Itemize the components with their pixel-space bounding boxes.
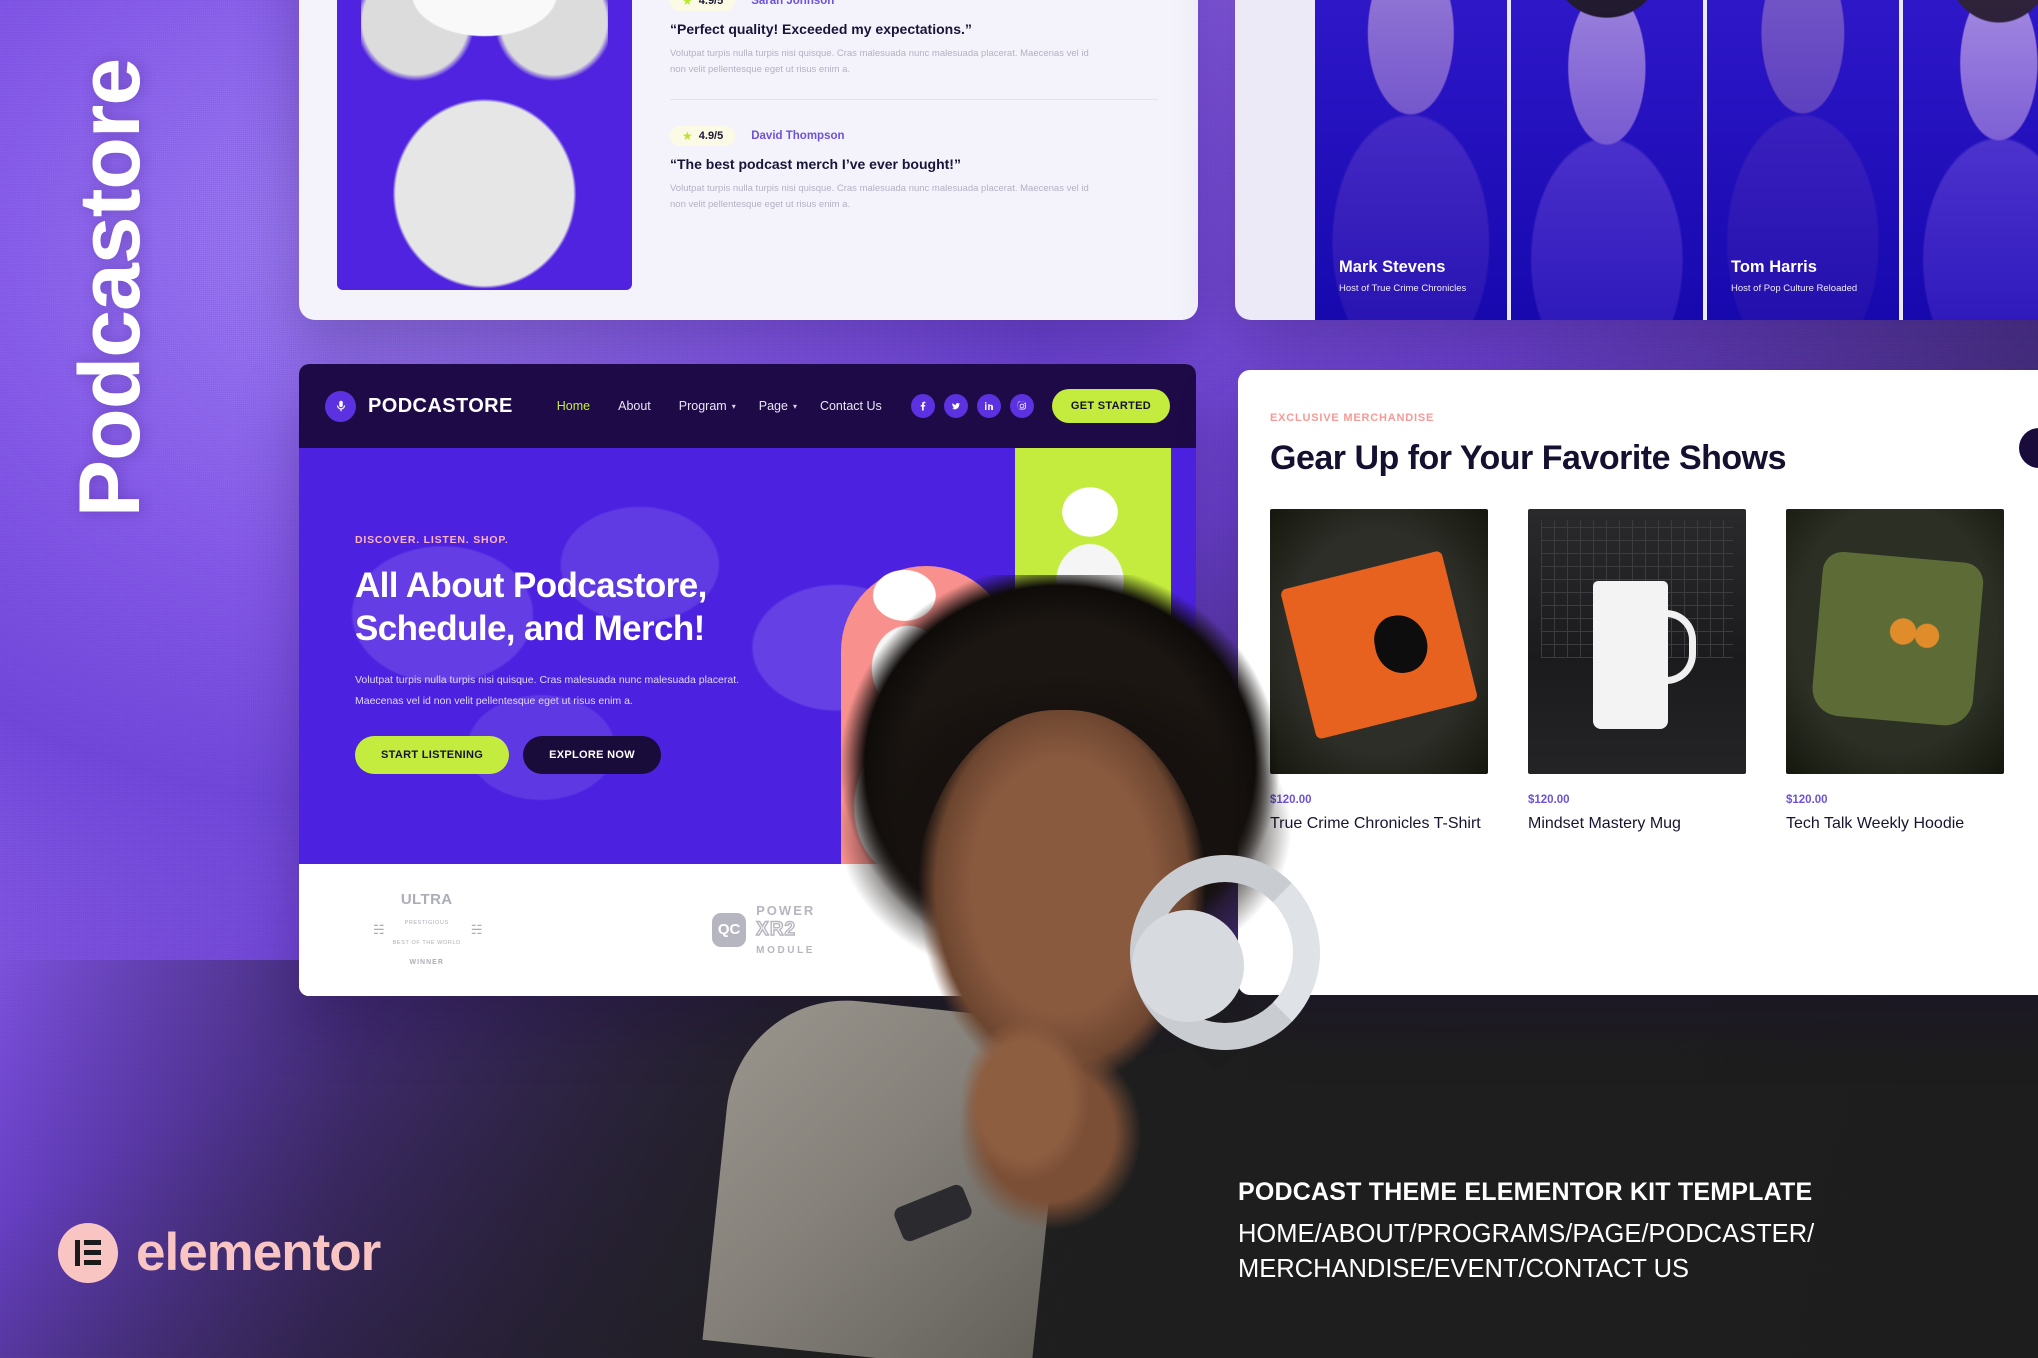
laurel-wreath-icon: ☵ bbox=[373, 922, 385, 937]
testimonial-item: ★ 4.9/5 David Thompson “The best podcast… bbox=[670, 125, 1158, 214]
merch-eyebrow: EXCLUSIVE MERCHANDISE bbox=[1270, 412, 1435, 424]
reviewer-name: Sarah Johnson bbox=[751, 0, 835, 7]
product-card[interactable]: $120.00 Mindset Mastery Mug bbox=[1528, 509, 1746, 833]
get-started-button[interactable]: GET STARTED bbox=[1051, 389, 1170, 423]
podcaster-tile[interactable] bbox=[1511, 0, 1703, 320]
rating-value: 4.9/5 bbox=[698, 0, 724, 7]
testimonial-photo bbox=[337, 0, 632, 290]
nav-item-program[interactable]: Program ▾ bbox=[679, 399, 736, 413]
podcaster-name: Tom Harris bbox=[1731, 258, 1817, 276]
testimonial-body: Volutpat turpis nulla turpis nisi quisqu… bbox=[670, 47, 1089, 76]
product-card[interactable]: $120.00 Tech Talk Weekly Hoodie bbox=[1786, 509, 2004, 833]
explore-now-button[interactable]: EXPLORE NOW bbox=[523, 736, 661, 775]
product-name: Tech Talk Weekly Hoodie bbox=[1786, 815, 1965, 833]
laurel-wreath-icon: ☵ bbox=[470, 922, 483, 937]
chevron-down-icon: ▾ bbox=[792, 401, 797, 411]
twitter-icon[interactable] bbox=[943, 394, 968, 418]
merch-heading: Gear Up for Your Favorite Shows bbox=[1270, 439, 1787, 477]
podcasters-card: Mark Stevens Host of True Crime Chronicl… bbox=[1235, 0, 2038, 320]
caption-title: PODCAST THEME ELEMENTOR KIT TEMPLATE bbox=[1238, 1178, 1813, 1206]
nav-item-page[interactable]: Page ▾ bbox=[759, 399, 797, 413]
podcaster-tile[interactable]: Mark Stevens Host of True Crime Chronicl… bbox=[1315, 0, 1507, 320]
testimonial-body: Volutpat turpis nulla turpis nisi quisqu… bbox=[670, 182, 1089, 211]
testimonial-quote: “The best podcast merch I’ve ever bought… bbox=[670, 155, 961, 172]
podcaster-tile[interactable] bbox=[1903, 0, 2038, 320]
star-icon: ★ bbox=[682, 0, 693, 8]
podcaster-tile[interactable]: Tom Harris Host of Pop Culture Reloaded bbox=[1707, 0, 1899, 320]
chevron-down-icon: ▾ bbox=[731, 401, 736, 411]
product-image-mug bbox=[1528, 509, 1746, 775]
star-icon: ★ bbox=[682, 128, 693, 143]
award-logo-ultra-prestigious: ☵ ULTRA PRESTIGIOUS BEST OF THE WORLD WI… bbox=[373, 891, 483, 966]
testimonials-card: Real Feedback from Our Fans ★ 4.9/5 Sara… bbox=[299, 0, 1198, 320]
elementor-logo: elementor bbox=[58, 1222, 381, 1283]
hero-eyebrow: DISCOVER. LISTEN. SHOP. bbox=[355, 534, 509, 546]
elementor-wordmark: elementor bbox=[136, 1223, 381, 1282]
rating-badge: ★ 4.9/5 bbox=[670, 0, 736, 11]
podcaster-name: Mark Stevens bbox=[1339, 258, 1446, 276]
site-navbar: PODCASTORE Home About Program ▾ Page ▾ Con… bbox=[299, 364, 1196, 448]
linkedin-icon[interactable] bbox=[976, 394, 1001, 418]
microphone-icon bbox=[325, 390, 356, 422]
start-listening-button[interactable]: START LISTENING bbox=[355, 736, 510, 775]
reviewer-name: David Thompson bbox=[751, 129, 845, 142]
site-logo[interactable]: PODCASTORE bbox=[325, 390, 513, 422]
product-price: $120.00 bbox=[1786, 794, 1828, 807]
nav-item-about[interactable]: About bbox=[618, 399, 656, 413]
rating-badge: ★ 4.9/5 bbox=[670, 125, 736, 146]
site-brand-name: PODCASTORE bbox=[368, 394, 513, 417]
elementor-mark-icon bbox=[58, 1222, 118, 1283]
podcaster-role: Host of True Crime Chronicles bbox=[1339, 283, 1467, 294]
vertical-brand-word: Podcastore bbox=[62, 58, 158, 518]
social-links bbox=[910, 394, 1034, 418]
product-image-hoodie bbox=[1786, 509, 2004, 775]
instagram-icon[interactable] bbox=[1009, 394, 1034, 418]
testimonial-item: ★ 4.9/5 Sarah Johnson “Perfect quality! … bbox=[670, 0, 1158, 79]
facebook-icon[interactable] bbox=[910, 394, 935, 418]
podcaster-role: Host of Pop Culture Reloaded bbox=[1731, 283, 1858, 294]
kit-caption: PODCAST THEME ELEMENTOR KIT TEMPLATE HOM… bbox=[1238, 1178, 1998, 1287]
product-name: Mindset Mastery Mug bbox=[1528, 815, 1681, 833]
nav-item-home[interactable]: Home bbox=[557, 399, 595, 413]
testimonial-quote: “Perfect quality! Exceeded my expectatio… bbox=[670, 20, 972, 37]
caption-pages: HOME/ABOUT/PROGRAMS/PAGE/PODCASTER/ MERC… bbox=[1238, 1220, 1815, 1284]
product-price: $120.00 bbox=[1528, 794, 1570, 807]
divider bbox=[670, 98, 1158, 100]
rating-value: 4.9/5 bbox=[698, 129, 724, 142]
site-menu: Home About Program ▾ Page ▾ Contact Us bbox=[557, 399, 887, 413]
nav-item-contact-us[interactable]: Contact Us bbox=[820, 399, 887, 413]
